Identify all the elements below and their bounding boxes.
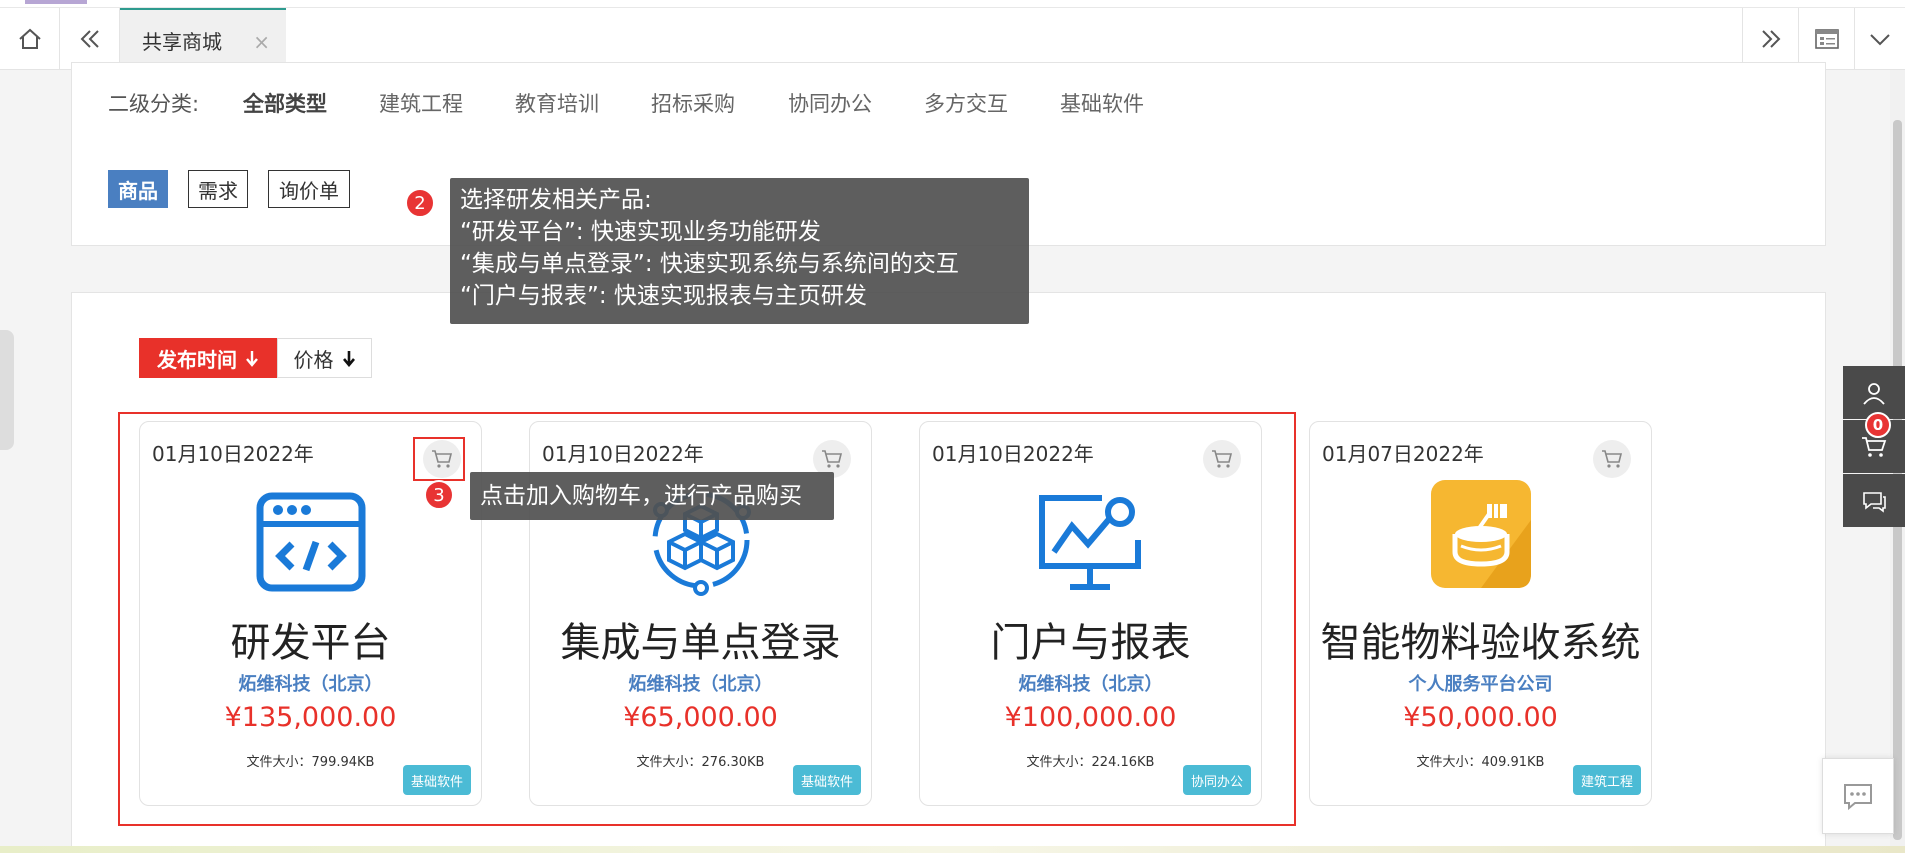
sort-by-time-button[interactable]: 发布时间: [139, 338, 277, 378]
tooltip-line: “集成与单点登录”: 快速实现系统与系统间的交互: [460, 251, 959, 277]
category-all-types[interactable]: 全部类型: [243, 88, 327, 118]
product-vendor[interactable]: 个人服务平台公司: [1310, 670, 1651, 696]
tab-list-button[interactable]: [1798, 8, 1854, 69]
sort-price-label: 价格: [293, 347, 334, 372]
tab-label: 共享商城: [142, 29, 222, 54]
cart-icon: [1862, 436, 1887, 457]
paint-bucket-icon: [1310, 480, 1651, 617]
user-icon: [1863, 382, 1885, 405]
bottom-strip: [0, 846, 1905, 853]
tooltip-line: “门户与报表”: 快速实现报表与主页研发: [460, 283, 867, 309]
category-construction[interactable]: 建筑工程: [379, 88, 463, 118]
category-interaction[interactable]: 多方交互: [924, 88, 1008, 118]
product-date: 01月07日2022年: [1322, 442, 1484, 466]
more-menu-button[interactable]: [1854, 8, 1905, 69]
home-icon: [18, 28, 41, 49]
category-office[interactable]: 协同办公: [788, 88, 872, 118]
product-card[interactable]: 01月07日2022年 智能物料验收系统 个人服务平台公司 ¥50,000.00…: [1309, 421, 1652, 806]
sidebar-expand-handle[interactable]: [0, 330, 14, 450]
arrow-down-icon: [342, 351, 355, 367]
type-inquiry-button[interactable]: 询价单: [268, 170, 350, 208]
tab-close-icon[interactable]: ×: [253, 30, 270, 54]
category-basic-software[interactable]: 基础软件: [1060, 88, 1144, 118]
home-button[interactable]: [0, 8, 60, 69]
type-goods-button[interactable]: 商品: [108, 170, 168, 208]
highlight-cart-box: [413, 437, 465, 481]
sort-time-label: 发布时间: [157, 347, 237, 372]
product-category-tag: 建筑工程: [1572, 765, 1641, 795]
double-chevron-left-icon: [80, 29, 99, 48]
category-education[interactable]: 教育培训: [515, 88, 599, 118]
type-demand-button[interactable]: 需求: [188, 170, 248, 208]
cart-count-badge: 0: [1865, 412, 1891, 438]
add-to-cart-button[interactable]: [1593, 440, 1631, 478]
tooltip-step-3: 点击加入购物车，进行产品购买: [470, 472, 834, 520]
arrow-down-icon: [246, 351, 258, 367]
message-button[interactable]: [1843, 474, 1905, 527]
tab-bar: 共享商城 ×: [0, 0, 1905, 70]
cart-icon: [1602, 450, 1623, 468]
scroll-tabs-right-button[interactable]: [1742, 8, 1798, 69]
tab-shared-mall[interactable]: 共享商城 ×: [120, 8, 286, 70]
product-name[interactable]: 智能物料验收系统: [1310, 610, 1651, 668]
tab-list-icon: [1814, 28, 1839, 49]
chat-bubble-icon: [1844, 784, 1872, 811]
step-badge-2: 2: [405, 188, 435, 218]
step-badge-3: 3: [424, 480, 454, 510]
category-bidding[interactable]: 招标采购: [651, 88, 735, 118]
top-accent-bar: [25, 0, 87, 4]
tooltip-step-2: 选择研发相关产品: “研发平台”: 快速实现业务功能研发 “集成与单点登录”: …: [450, 178, 1029, 324]
online-chat-button[interactable]: [1822, 758, 1894, 834]
chevron-down-icon: [1870, 33, 1890, 45]
sort-by-price-button[interactable]: 价格: [277, 338, 372, 378]
tooltip-line: 选择研发相关产品:: [460, 187, 652, 213]
secondary-category-label: 二级分类:: [108, 92, 200, 116]
chat-bubble-icon: [1863, 491, 1886, 513]
user-center-button[interactable]: [1843, 366, 1905, 419]
scroll-tabs-left-button[interactable]: [60, 8, 120, 69]
double-chevron-right-icon: [1761, 29, 1780, 48]
product-price: ¥50,000.00: [1403, 702, 1558, 733]
tooltip-line: “研发平台”: 快速实现业务功能研发: [460, 219, 821, 245]
